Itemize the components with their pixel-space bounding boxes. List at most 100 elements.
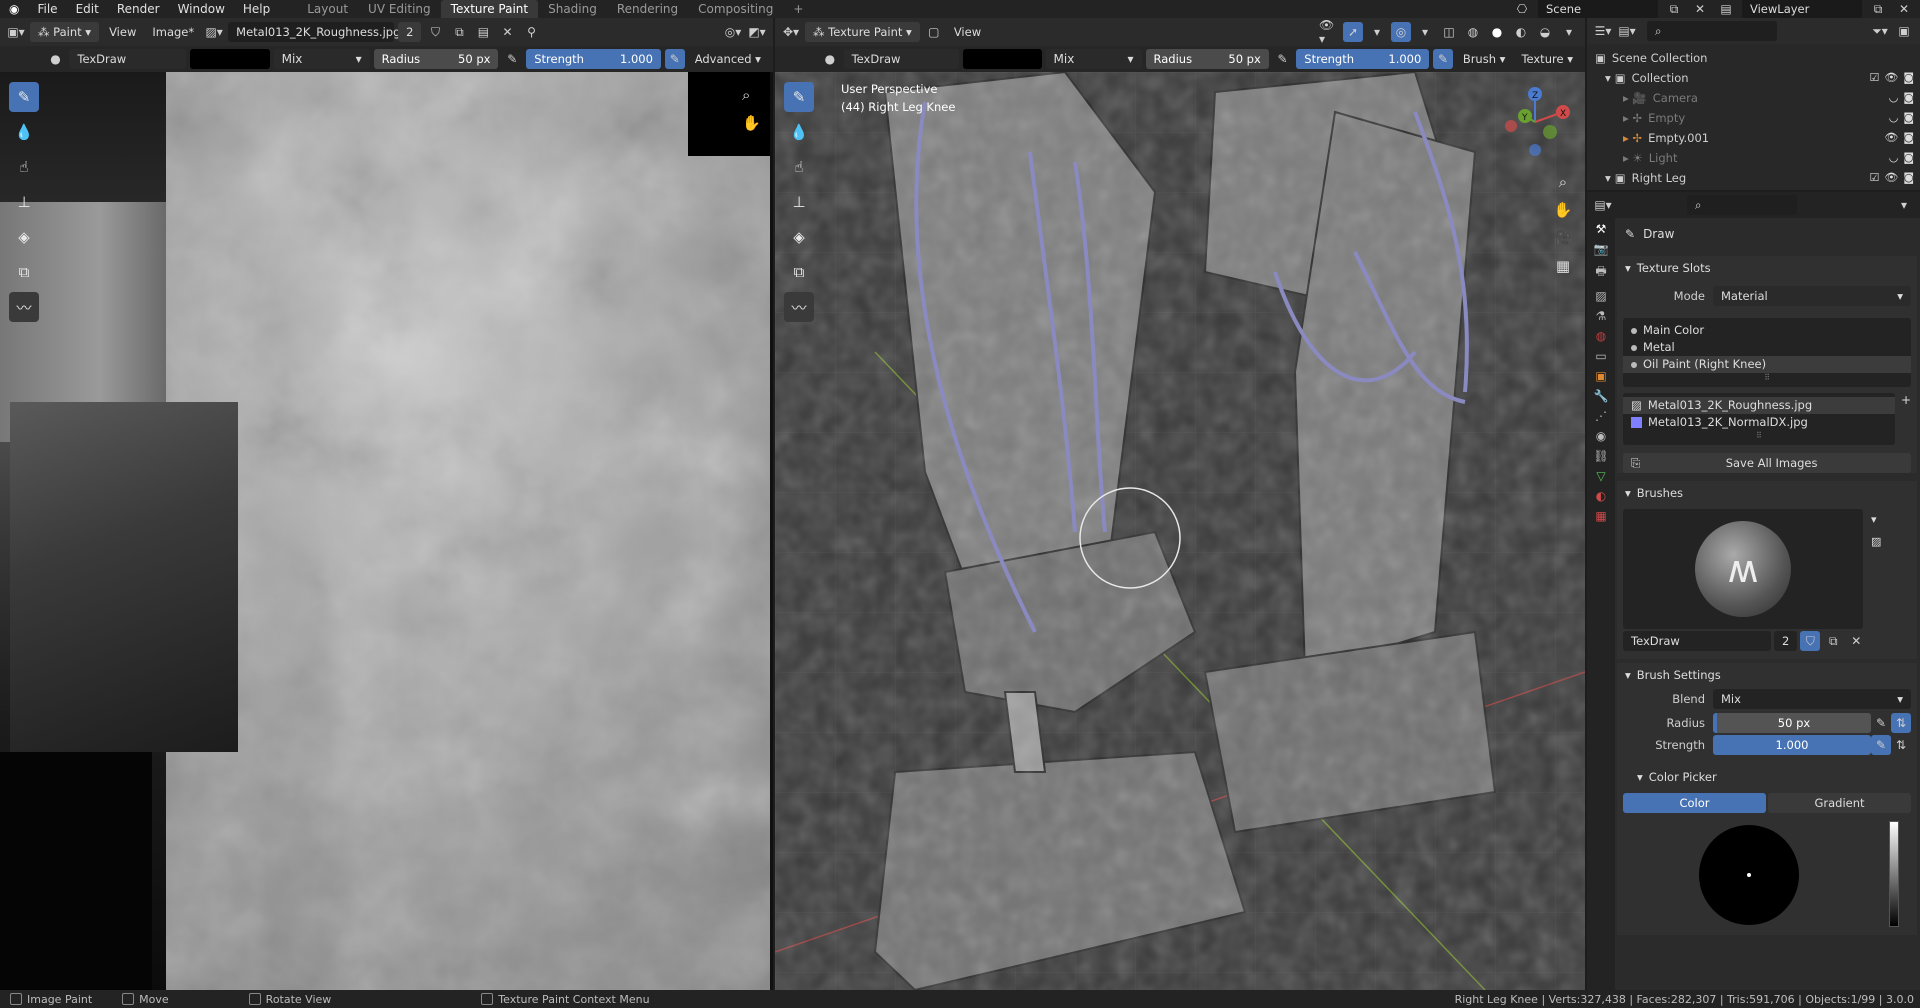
blender-logo-icon[interactable]: ◉ bbox=[0, 0, 28, 18]
brush-preview[interactable]: ʍ bbox=[1623, 509, 1863, 629]
filter-icon[interactable]: ⏷▾ bbox=[1870, 21, 1890, 41]
strength-pressure-icon[interactable]: ✎ bbox=[1871, 735, 1891, 755]
image-name-field[interactable]: Metal013_2K_Roughness.jpg bbox=[228, 22, 400, 42]
texture-menu[interactable]: Texture ▾ bbox=[1515, 49, 1579, 69]
list-resize-handle[interactable]: ⠿ bbox=[1623, 373, 1911, 383]
tab-shading[interactable]: Shading bbox=[538, 0, 607, 18]
material-tab-icon[interactable]: ◐ bbox=[1596, 489, 1606, 503]
properties-search-input[interactable]: ⌕ bbox=[1687, 195, 1797, 215]
brushes-panel-header[interactable]: ▾ Brushes bbox=[1617, 481, 1917, 505]
open-image-icon[interactable]: ▤ bbox=[473, 22, 493, 42]
strength-slider[interactable]: 1.000 bbox=[1713, 735, 1871, 755]
collection-tab-icon[interactable]: ▭ bbox=[1595, 349, 1606, 363]
image-users-count[interactable]: 2 bbox=[398, 22, 422, 42]
camera-icon[interactable]: ◙ bbox=[1903, 68, 1914, 88]
expand-arrow-icon[interactable]: ▾ bbox=[1605, 168, 1611, 188]
image-slot-item[interactable]: Metal013_2K_NormalDX.jpg bbox=[1623, 414, 1895, 431]
overlay-dropdown-icon[interactable]: ▾ bbox=[1415, 22, 1435, 42]
tab-color[interactable]: Color bbox=[1623, 793, 1766, 813]
brush-name-field[interactable]: TexDraw bbox=[1623, 631, 1771, 651]
scene-selector[interactable]: Scene bbox=[1538, 0, 1658, 19]
expand-arrow-icon[interactable]: ▾ bbox=[1605, 68, 1611, 88]
gizmo-toggle-icon[interactable]: ➚ bbox=[1343, 22, 1363, 42]
menu-file[interactable]: File bbox=[28, 0, 66, 18]
modifier-tab-icon[interactable]: 🔧 bbox=[1594, 389, 1609, 403]
eye-icon[interactable]: 👁 bbox=[1884, 128, 1898, 148]
clone-brush-tool-icon[interactable]: ⊥ bbox=[9, 187, 39, 217]
blend-dropdown[interactable]: Mix ▾ bbox=[1045, 49, 1142, 69]
data-tab-icon[interactable]: ▽ bbox=[1596, 469, 1605, 483]
tab-gradient[interactable]: Gradient bbox=[1768, 793, 1911, 813]
brush-icon-browse-icon[interactable]: ▨ bbox=[1871, 531, 1881, 553]
physics-tab-icon[interactable]: ◉ bbox=[1596, 429, 1606, 443]
view-layer-tab-icon[interactable]: ▨ bbox=[1595, 289, 1606, 303]
new-scene-icon[interactable]: ⧉ bbox=[1664, 0, 1684, 19]
blend-dropdown[interactable]: Mix ▾ bbox=[273, 49, 370, 69]
brush-users-count[interactable]: 2 bbox=[1774, 631, 1798, 651]
camera-icon[interactable]: ◙ bbox=[1903, 168, 1914, 188]
eye-closed-icon[interactable]: ◡ bbox=[1889, 108, 1899, 128]
material-slot-item[interactable]: Main Color bbox=[1623, 322, 1911, 339]
brush-color-swatch[interactable] bbox=[963, 49, 1042, 69]
tab-compositing[interactable]: Compositing bbox=[688, 0, 783, 18]
camera-view-icon[interactable]: 🎥 bbox=[1551, 224, 1575, 252]
scene-tab-icon[interactable]: ⚗ bbox=[1596, 309, 1607, 323]
tab-uv-editing[interactable]: UV Editing bbox=[358, 0, 441, 18]
strength-pressure-icon[interactable]: ✎ bbox=[1433, 49, 1453, 69]
constraints-tab-icon[interactable]: ⛓ bbox=[1593, 449, 1608, 463]
value-slider[interactable] bbox=[1889, 821, 1899, 927]
strength-unit-icon[interactable]: ⇅ bbox=[1891, 735, 1911, 755]
fill-brush-tool-icon[interactable]: ◈ bbox=[784, 222, 814, 252]
outliner-search-input[interactable]: ⌕ bbox=[1647, 21, 1777, 41]
checkbox-icon[interactable]: ☑ bbox=[1869, 68, 1879, 88]
color-wheel-cursor[interactable] bbox=[1747, 873, 1751, 877]
overlay-toggle-icon[interactable]: ◎▾ bbox=[723, 22, 743, 42]
material-slot-item[interactable]: Oil Paint (Right Knee) bbox=[1623, 356, 1911, 373]
radius-pressure-icon[interactable]: ✎ bbox=[1871, 713, 1891, 733]
material-slot-item[interactable]: Metal bbox=[1623, 339, 1911, 356]
menu-window[interactable]: Window bbox=[169, 0, 234, 18]
radius-pressure-icon[interactable]: ✎ bbox=[1273, 49, 1293, 69]
brush-name-field[interactable]: TexDraw bbox=[69, 49, 187, 69]
material-shading-icon[interactable]: ◐ bbox=[1511, 22, 1531, 42]
outliner-row-right-leg[interactable]: ▾ ▣ Right Leg ☑ 👁 ◙ bbox=[1587, 168, 1920, 188]
texture-slots-panel-header[interactable]: ▾ Texture Slots bbox=[1617, 256, 1917, 280]
image-slot-item[interactable]: ▨ Metal013_2K_Roughness.jpg bbox=[1623, 397, 1895, 414]
menu-image[interactable]: Image* bbox=[146, 22, 200, 42]
viewport-canvas[interactable]: ✎ 💧 ☝ ⊥ ◈ ⧉ 〰 User Perspective (44) Righ… bbox=[775, 72, 1585, 990]
brush-name-field[interactable]: TexDraw bbox=[843, 49, 960, 69]
smear-brush-tool-icon[interactable]: ☝ bbox=[9, 152, 39, 182]
unlink-brush-icon[interactable]: ✕ bbox=[1846, 631, 1866, 651]
soften-brush-tool-icon[interactable]: 💧 bbox=[9, 117, 39, 147]
outliner-row-collection[interactable]: ▾ ▣ Collection ☑ 👁 ◙ bbox=[1587, 68, 1920, 88]
outliner-row-light[interactable]: ▸ ☀ Light ◡ ◙ bbox=[1587, 148, 1920, 168]
wireframe-shading-icon[interactable]: ◍ bbox=[1463, 22, 1483, 42]
eye-icon[interactable]: 👁 bbox=[1884, 168, 1898, 188]
brush-dropdown-icon[interactable]: ▾ bbox=[1871, 509, 1881, 531]
pan-hand-icon[interactable]: ✋ bbox=[1551, 196, 1575, 224]
duplicate-brush-icon[interactable]: ⧉ bbox=[1823, 631, 1843, 651]
editor-type-icon[interactable]: ▤▾ bbox=[1593, 195, 1613, 215]
radius-slider[interactable]: Radius 50 px bbox=[373, 49, 499, 69]
visibility-icon[interactable]: 👁▾ bbox=[1319, 18, 1339, 46]
brush-color-swatch[interactable] bbox=[190, 49, 270, 69]
camera-icon[interactable]: ◙ bbox=[1903, 108, 1914, 128]
delete-scene-icon[interactable]: ✕ bbox=[1690, 0, 1710, 19]
radius-slider[interactable]: 50 px bbox=[1713, 713, 1871, 733]
color-picker-subpanel-header[interactable]: ▾ Color Picker bbox=[1623, 765, 1911, 789]
outliner-row-empty[interactable]: ▸ ✢ Empty ◡ ◙ bbox=[1587, 108, 1920, 128]
object-tab-icon[interactable]: ▣ bbox=[1595, 369, 1606, 383]
menu-view[interactable]: View bbox=[948, 22, 987, 42]
gizmo-dropdown-icon[interactable]: ▾ bbox=[1367, 22, 1387, 42]
image-browse-icon[interactable]: ▨▾ bbox=[204, 22, 224, 42]
fake-user-icon[interactable]: ⛉ bbox=[425, 22, 445, 42]
radius-slider[interactable]: Radius 50 px bbox=[1145, 49, 1269, 69]
mode-dropdown[interactable]: ⁂ Texture Paint ▾ bbox=[805, 22, 920, 42]
scene-icon[interactable]: ⎔ bbox=[1512, 0, 1532, 19]
viewlayer-selector[interactable]: ViewLayer bbox=[1742, 0, 1862, 19]
outliner-row-camera[interactable]: ▸ 🎥 Camera ◡ ◙ bbox=[1587, 88, 1920, 108]
shading-dropdown-icon[interactable]: ▾ bbox=[1559, 22, 1579, 42]
new-viewlayer-icon[interactable]: ⧉ bbox=[1868, 0, 1888, 19]
fake-user-icon[interactable]: ⛉ bbox=[1800, 631, 1821, 651]
fill-brush-tool-icon[interactable]: ◈ bbox=[9, 222, 39, 252]
